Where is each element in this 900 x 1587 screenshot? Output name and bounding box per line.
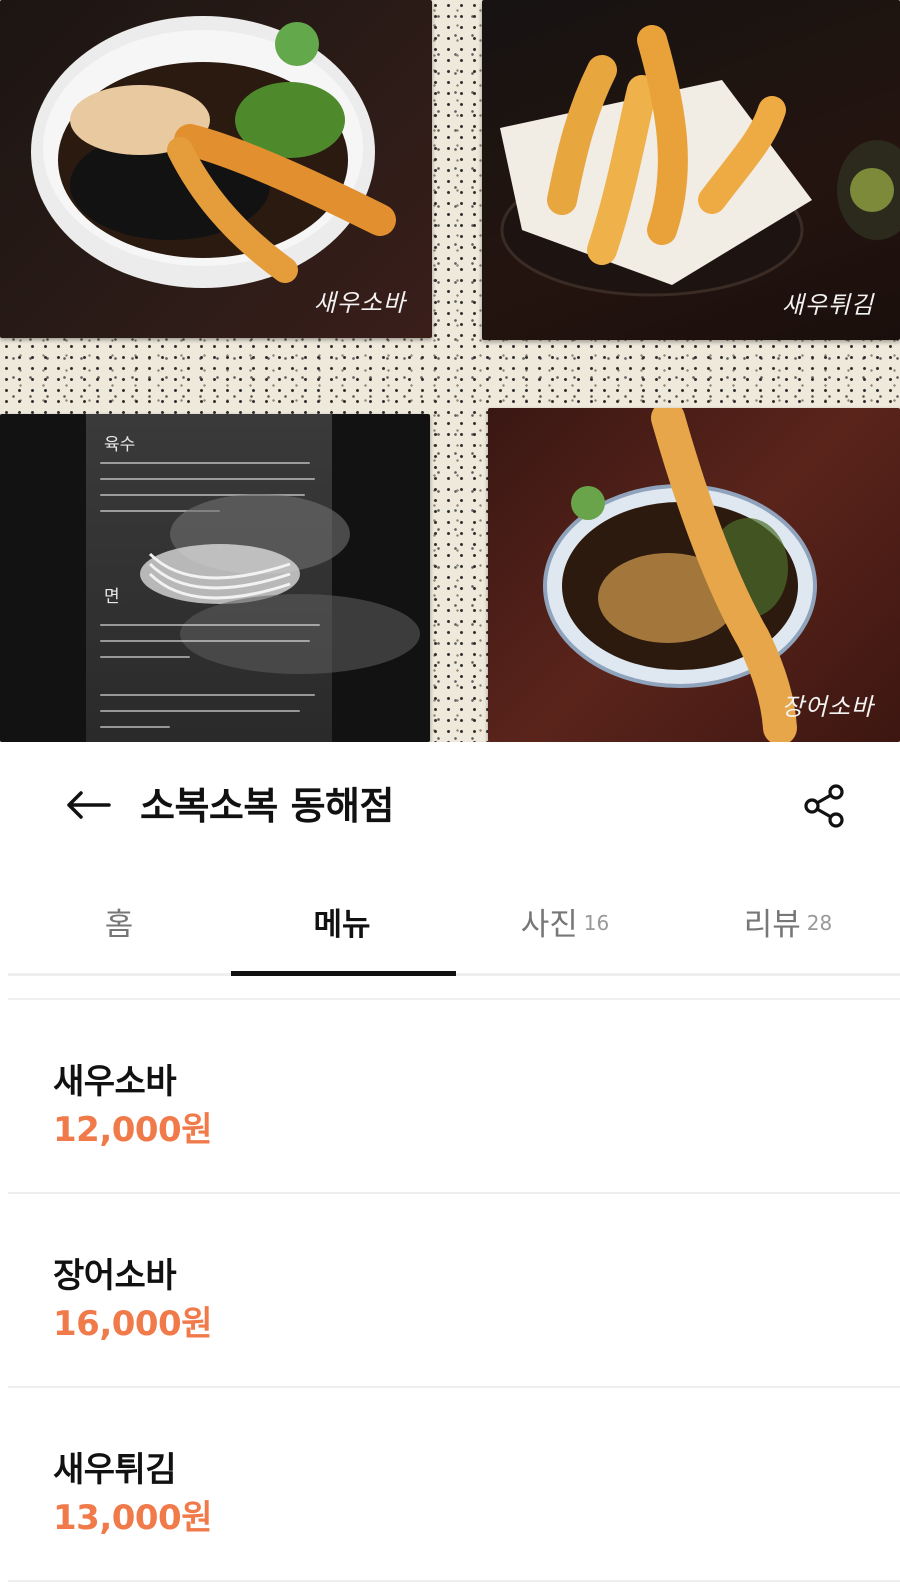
active-tab-indicator: [231, 971, 456, 976]
menu-item[interactable]: 새우소바 12,000원: [8, 1000, 900, 1194]
tab-bar: 홈 메뉴 사진 16 리뷰 28: [0, 872, 900, 974]
share-icon: [804, 784, 844, 828]
photo-shrimp-tempura: 새우튀김: [482, 0, 900, 340]
tab-label: 리뷰: [743, 906, 801, 943]
photo-caption: 새우튀김: [781, 291, 874, 319]
menu-item[interactable]: 새우튀김 13,000원: [8, 1388, 900, 1582]
menu-item-name: 새우소바: [53, 1062, 177, 1102]
photo-handwritten-note: 육수 면: [0, 414, 430, 742]
menu-item-name: 새우튀김: [53, 1450, 177, 1490]
page-title: 소복소복 동해점: [140, 784, 394, 828]
tab-home[interactable]: 홈: [8, 872, 230, 970]
share-button[interactable]: [800, 780, 850, 832]
menu-item-price: 12,000원: [53, 1110, 212, 1150]
tab-count: 16: [583, 911, 610, 935]
tab-label: 홈: [104, 906, 134, 943]
noodle-hands-illustration: [140, 494, 420, 674]
tab-count: 28: [806, 911, 833, 935]
photo-caption: 새우소바: [313, 289, 406, 317]
tab-reviews[interactable]: 리뷰 28: [677, 872, 899, 970]
photo-shrimp-soba: 새우소바: [0, 0, 432, 338]
back-button[interactable]: [58, 778, 118, 832]
arrow-left-icon: [67, 791, 111, 819]
tab-menu[interactable]: 메뉴: [231, 872, 453, 970]
photo-eel-soba: 장어소바: [488, 408, 900, 742]
app-header: [0, 742, 900, 872]
tab-label: 메뉴: [313, 906, 371, 943]
menu-item-name: 장어소바: [53, 1256, 177, 1296]
tab-photos[interactable]: 사진 16: [454, 872, 676, 970]
menu-item-divider: [8, 1580, 900, 1582]
menu-item[interactable]: 장어소바 16,000원: [8, 1194, 900, 1388]
hero-photo[interactable]: 새우소바 새우튀김 육수 면 장어소바: [0, 0, 900, 742]
menu-item-price: 16,000원: [53, 1304, 212, 1344]
photo-caption: 장어소바: [781, 693, 874, 721]
tab-label: 사진: [520, 906, 578, 943]
menu-item-price: 13,000원: [53, 1498, 212, 1538]
note-heading: 면: [104, 587, 120, 607]
